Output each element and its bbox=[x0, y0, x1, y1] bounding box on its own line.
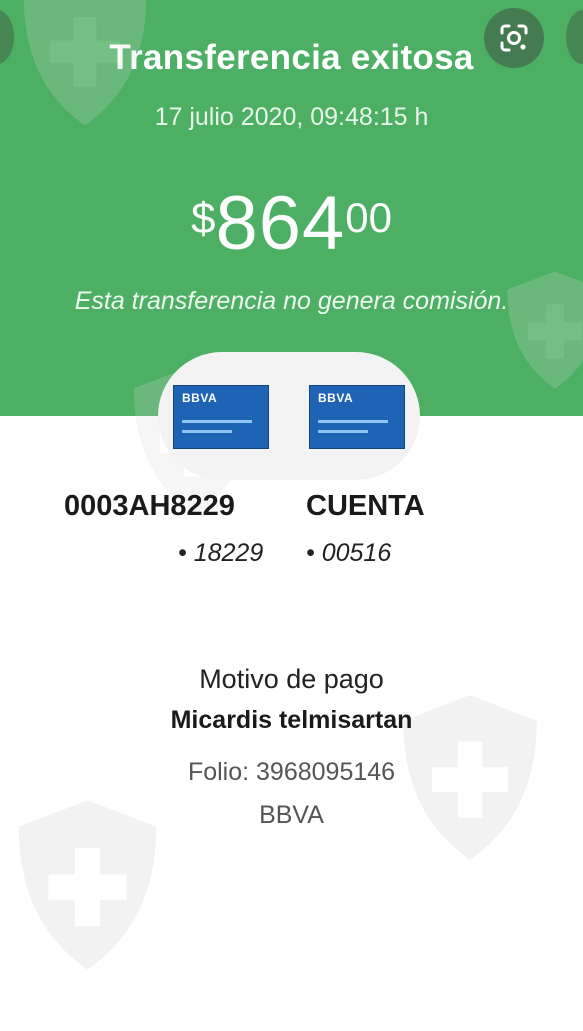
card-stripe bbox=[182, 430, 232, 433]
shield-watermark-icon bbox=[507, 271, 583, 389]
destination-account-name: CUENTA bbox=[306, 490, 425, 522]
google-lens-icon bbox=[500, 24, 528, 52]
origin-card-icon: BBVA bbox=[173, 385, 269, 449]
origin-account-number: • 18229 bbox=[178, 539, 264, 567]
payment-reason-value: Micardis telmisartan bbox=[170, 706, 413, 734]
destination-card-brand: BBVA bbox=[318, 391, 354, 405]
transfer-amount: $86400 bbox=[0, 180, 583, 267]
payment-reason-label: Motivo de pago bbox=[199, 664, 384, 694]
lens-button[interactable] bbox=[484, 8, 544, 68]
amount-decimals: 00 bbox=[345, 194, 392, 241]
destination-account-number: • 00516 bbox=[306, 539, 392, 567]
shield-watermark-icon bbox=[23, 0, 147, 126]
card-stripe bbox=[182, 420, 252, 423]
folio-number: Folio: 3968095146 bbox=[187, 758, 396, 786]
card-stripe bbox=[318, 430, 368, 433]
currency-symbol: $ bbox=[190, 194, 216, 243]
amount-integer: 864 bbox=[215, 181, 346, 266]
card-stripe bbox=[318, 420, 388, 423]
origin-card-brand: BBVA bbox=[182, 391, 218, 405]
destination-card-icon: BBVA bbox=[309, 385, 405, 449]
origin-account-name: 0003AH8229 bbox=[64, 490, 235, 522]
bank-name: BBVA bbox=[259, 801, 324, 829]
commission-note: Esta transferencia no genera comisión. bbox=[74, 287, 509, 315]
